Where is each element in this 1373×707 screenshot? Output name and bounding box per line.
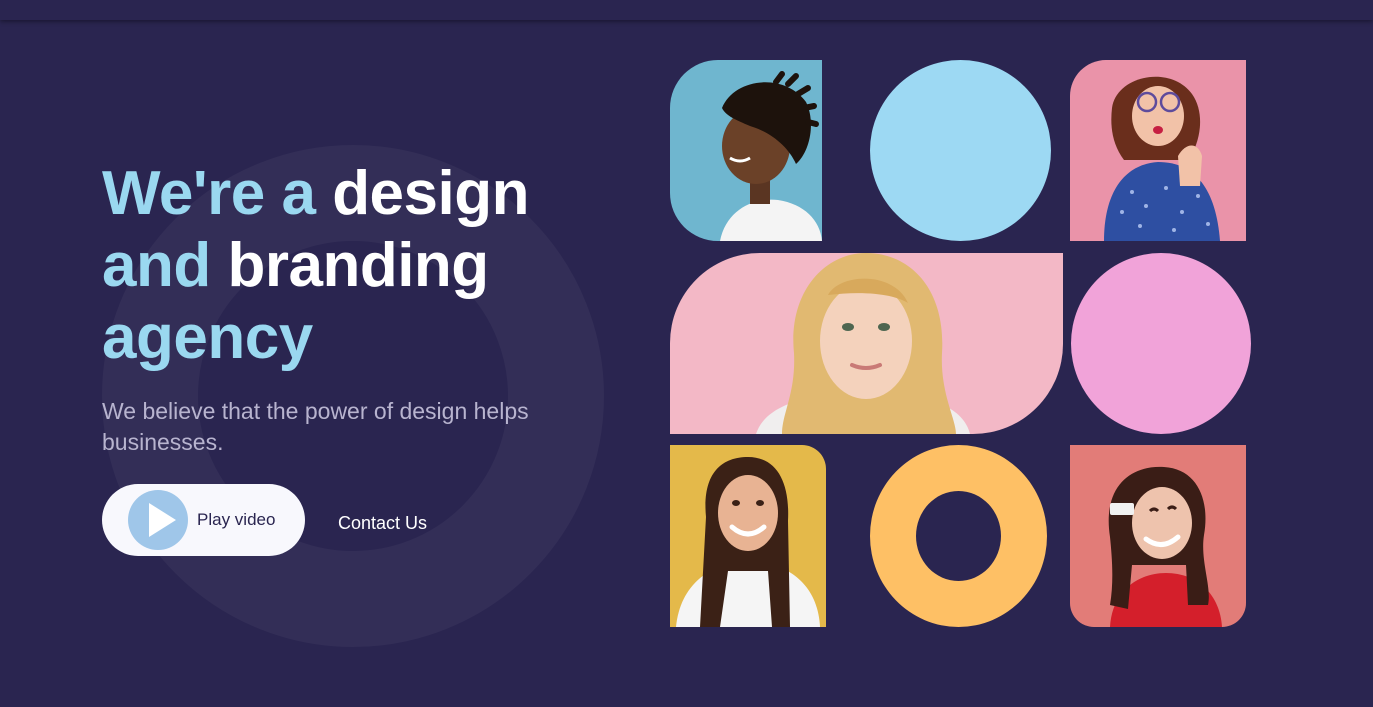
gallery-photo-man-profile bbox=[670, 60, 822, 241]
decorative-circle-blue bbox=[870, 60, 1051, 241]
play-video-label: Play video bbox=[197, 510, 276, 529]
heading-accent-text: agency bbox=[102, 303, 313, 372]
gallery-photo-blonde-woman bbox=[670, 253, 1063, 434]
decorative-ring-orange bbox=[870, 445, 1047, 627]
contact-us-link[interactable]: Contact Us bbox=[338, 513, 427, 534]
hero-heading: We're a design and branding agency bbox=[102, 158, 529, 374]
heading-bold-text: branding bbox=[227, 231, 489, 300]
hero-subtitle: We believe that the power of design help… bbox=[102, 398, 529, 455]
heading-accent-text: and bbox=[102, 231, 211, 300]
play-icon bbox=[128, 490, 188, 550]
gallery-photo-woman-glasses bbox=[1070, 60, 1246, 241]
page: We're a design and branding agency We be… bbox=[0, 0, 1373, 707]
heading-bold-text: design bbox=[332, 159, 529, 228]
play-video-button[interactable]: Play video bbox=[102, 484, 305, 556]
decorative-circle-pink bbox=[1071, 253, 1251, 434]
gallery-photo-smiling-woman-red bbox=[1070, 445, 1246, 627]
gallery-photo-smiling-woman-yellow bbox=[670, 445, 826, 627]
heading-accent-text: We're a bbox=[102, 159, 316, 228]
top-navigation-bar bbox=[0, 0, 1373, 20]
